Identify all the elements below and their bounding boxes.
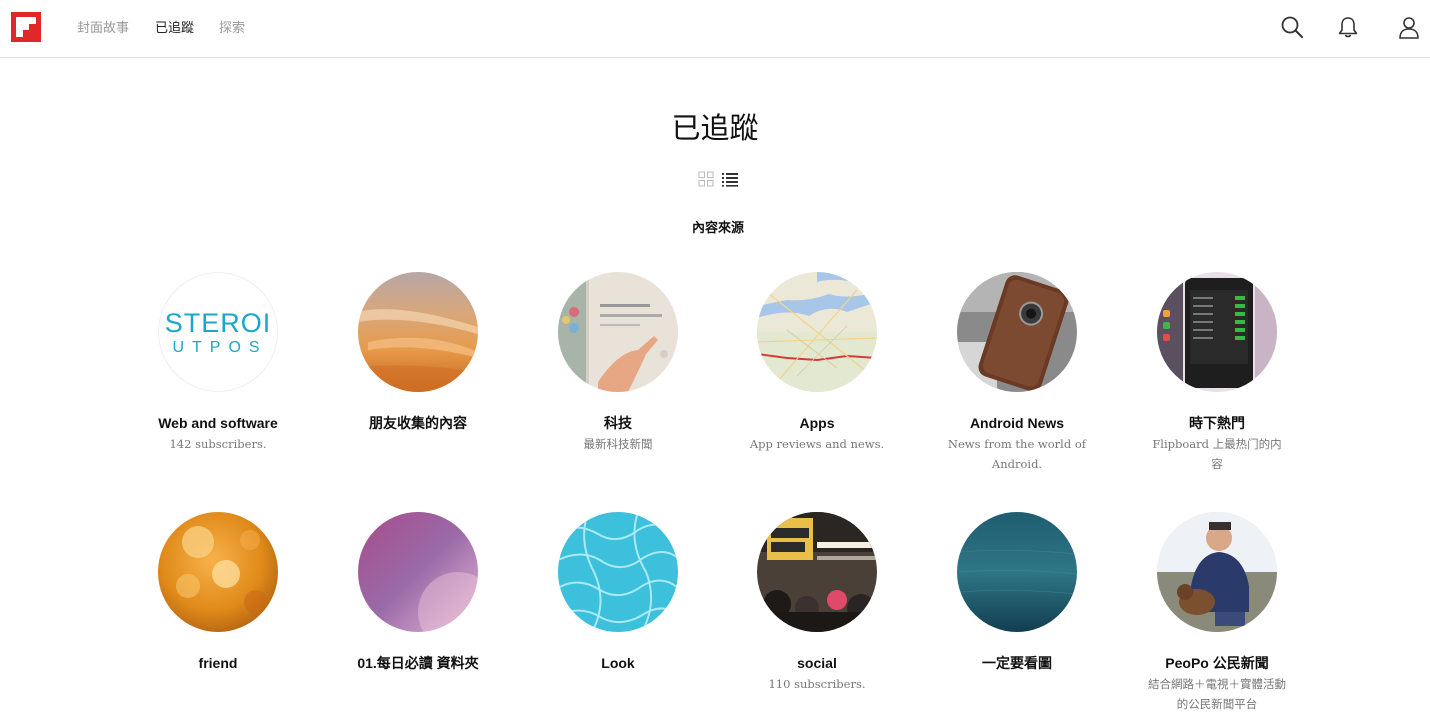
source-tile-social[interactable]: social 110 subscribers. bbox=[717, 512, 917, 694]
source-name: friend bbox=[198, 655, 238, 671]
source-name: 科技 bbox=[604, 415, 632, 431]
source-tile-look[interactable]: Look bbox=[518, 512, 718, 674]
top-nav-bar: 封面故事 已追蹤 探索 bbox=[0, 0, 1430, 58]
grid-view-icon[interactable] bbox=[697, 170, 715, 188]
source-avatar bbox=[957, 512, 1077, 632]
source-name: Look bbox=[601, 655, 635, 671]
source-tile-friend[interactable]: friend bbox=[118, 512, 318, 674]
source-name: 一定要看圖 bbox=[982, 655, 1052, 671]
source-avatar bbox=[957, 272, 1077, 392]
source-tile-must-see-pics[interactable]: 一定要看圖 bbox=[917, 512, 1117, 674]
source-description: 結合網路＋電視＋實體活動的公民新聞平台 bbox=[1148, 677, 1286, 711]
svg-text:UTPOS: UTPOS bbox=[172, 339, 267, 356]
source-tile-friends-collection[interactable]: 朋友收集的內容 bbox=[318, 272, 518, 434]
nav-cover-stories[interactable]: 封面故事 bbox=[77, 19, 129, 37]
source-avatar bbox=[1157, 272, 1277, 392]
page-title: 已追蹤 bbox=[671, 111, 759, 145]
source-tile-tech[interactable]: 科技 最新科技新聞 bbox=[518, 272, 718, 454]
source-avatar bbox=[558, 272, 678, 392]
source-description: 142 subscribers. bbox=[169, 437, 267, 451]
source-avatar bbox=[757, 512, 877, 632]
source-tile-apps[interactable]: Apps App reviews and news. bbox=[717, 272, 917, 454]
list-view-icon[interactable] bbox=[721, 170, 739, 188]
source-avatar bbox=[558, 512, 678, 632]
source-name: 時下熱門 bbox=[1189, 415, 1245, 431]
search-icon[interactable] bbox=[1279, 14, 1305, 40]
source-avatar bbox=[158, 512, 278, 632]
source-name: Web and software bbox=[158, 415, 278, 431]
source-tile-web-and-software[interactable]: STEROI UTPOS Web and software 142 subscr… bbox=[118, 272, 318, 454]
source-tile-daily-must-read[interactable]: 01.每日必讀 資料夾 bbox=[318, 512, 518, 674]
nav-following[interactable]: 已追蹤 bbox=[155, 19, 194, 37]
source-avatar: STEROI UTPOS bbox=[158, 272, 278, 392]
source-description: 110 subscribers. bbox=[768, 677, 866, 691]
source-avatar bbox=[757, 272, 877, 392]
user-icon[interactable] bbox=[1396, 14, 1422, 40]
source-description: 最新科技新聞 bbox=[583, 437, 653, 451]
source-name: Apps bbox=[799, 415, 835, 431]
source-name: social bbox=[797, 655, 837, 671]
section-label-sources: 內容來源 bbox=[691, 220, 744, 235]
source-avatar bbox=[1157, 512, 1277, 632]
svg-text:STEROI: STEROI bbox=[165, 308, 272, 338]
source-name: 朋友收集的內容 bbox=[369, 415, 467, 431]
source-description: News from the world of Android. bbox=[947, 437, 1087, 471]
flipboard-logo[interactable] bbox=[11, 12, 41, 42]
source-avatar bbox=[358, 272, 478, 392]
source-name: Android News bbox=[969, 415, 1065, 431]
source-name: PeoPo 公民新聞 bbox=[1165, 655, 1269, 671]
source-tile-peopo[interactable]: PeoPo 公民新聞 結合網路＋電視＋實體活動的公民新聞平台 bbox=[1117, 512, 1317, 714]
source-name: 01.每日必讀 資料夾 bbox=[357, 655, 479, 671]
source-tile-trending[interactable]: 時下熱門 Flipboard 上最热门的内容 bbox=[1117, 272, 1317, 474]
source-description: App reviews and news. bbox=[749, 437, 885, 451]
bell-icon[interactable] bbox=[1335, 14, 1361, 40]
source-tile-android-news[interactable]: Android News News from the world of Andr… bbox=[917, 272, 1117, 474]
nav-explore[interactable]: 探索 bbox=[219, 19, 245, 37]
source-avatar bbox=[358, 512, 478, 632]
source-description: Flipboard 上最热门的内容 bbox=[1152, 437, 1282, 471]
